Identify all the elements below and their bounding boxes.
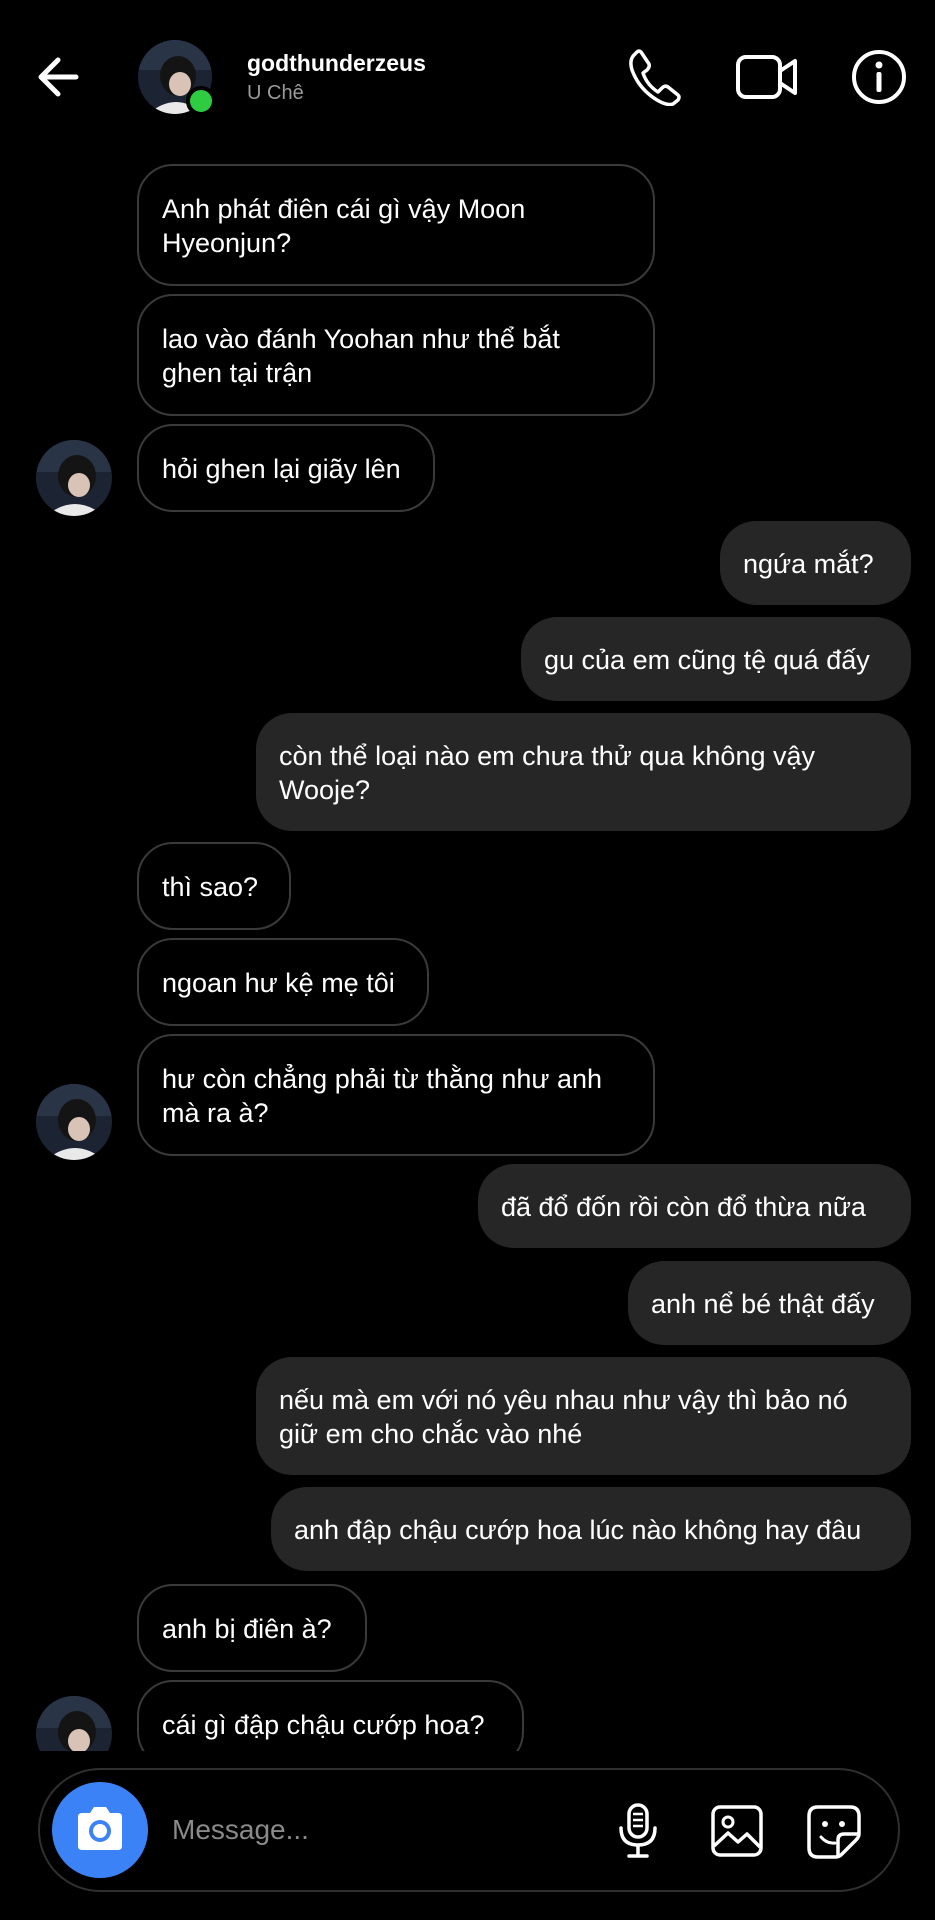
message-incoming[interactable]: hỏi ghen lại giãy lên xyxy=(137,424,435,512)
camera-icon xyxy=(78,1807,122,1850)
info-button[interactable] xyxy=(850,48,908,106)
camera-button[interactable] xyxy=(52,1782,148,1878)
online-indicator xyxy=(186,86,216,116)
message-incoming[interactable]: cái gì đập chậu cướp hoa? xyxy=(137,1680,524,1751)
sender-avatar[interactable] xyxy=(36,1696,112,1751)
back-button[interactable] xyxy=(32,46,88,108)
message-incoming[interactable]: Anh phát điên cái gì vậy Moon Hyeonjun? xyxy=(137,164,655,286)
sticker-button[interactable] xyxy=(806,1804,862,1860)
message-incoming[interactable]: hư còn chẳng phải từ thằng như anh mà ra… xyxy=(137,1034,655,1156)
microphone-icon xyxy=(619,1803,657,1858)
contact-avatar[interactable] xyxy=(138,40,216,116)
message-outgoing[interactable]: gu của em cũng tệ quá đấy xyxy=(521,617,911,701)
message-incoming[interactable]: ngoan hư kệ mẹ tôi xyxy=(137,938,429,1026)
sender-avatar[interactable] xyxy=(36,440,112,516)
message-input[interactable] xyxy=(170,1804,494,1856)
info-icon xyxy=(852,50,906,104)
message-outgoing[interactable]: đã đổ đốn rồi còn đổ thừa nữa xyxy=(478,1164,911,1248)
message-outgoing[interactable]: còn thể loại nào em chưa thử qua không v… xyxy=(256,713,911,831)
message-outgoing[interactable]: anh đập chậu cướp hoa lúc nào không hay … xyxy=(271,1487,911,1571)
sender-avatar[interactable] xyxy=(36,1084,112,1160)
message-composer xyxy=(38,1768,900,1892)
message-outgoing[interactable]: nếu mà em với nó yêu nhau như vậy thì bả… xyxy=(256,1357,911,1475)
contact-username[interactable]: godthunderzeus xyxy=(247,50,426,77)
phone-icon xyxy=(629,49,681,107)
message-incoming[interactable]: anh bị điên à? xyxy=(137,1584,367,1672)
chat-screen: godthunderzeus U Chê Anh phát điên cái g… xyxy=(0,0,935,1920)
sticker-icon xyxy=(807,1805,861,1859)
image-icon xyxy=(711,1805,763,1857)
message-outgoing[interactable]: anh nể bé thật đấy xyxy=(628,1261,911,1345)
contact-subtitle: U Chê xyxy=(247,82,304,104)
message-incoming[interactable]: lao vào đánh Yoohan như thể bắt ghen tại… xyxy=(137,294,655,416)
message-list[interactable]: Anh phát điên cái gì vậy Moon Hyeonjun? … xyxy=(0,155,935,1751)
chat-header: godthunderzeus U Chê xyxy=(0,0,935,155)
arrow-left-icon xyxy=(38,57,79,97)
video-call-button[interactable] xyxy=(735,52,799,102)
gallery-button[interactable] xyxy=(710,1804,764,1858)
message-outgoing[interactable]: ngứa mắt? xyxy=(720,521,911,605)
voice-message-button[interactable] xyxy=(614,1802,662,1860)
message-incoming[interactable]: thì sao? xyxy=(137,842,291,930)
voice-call-button[interactable] xyxy=(627,48,681,107)
video-camera-icon xyxy=(736,55,797,99)
